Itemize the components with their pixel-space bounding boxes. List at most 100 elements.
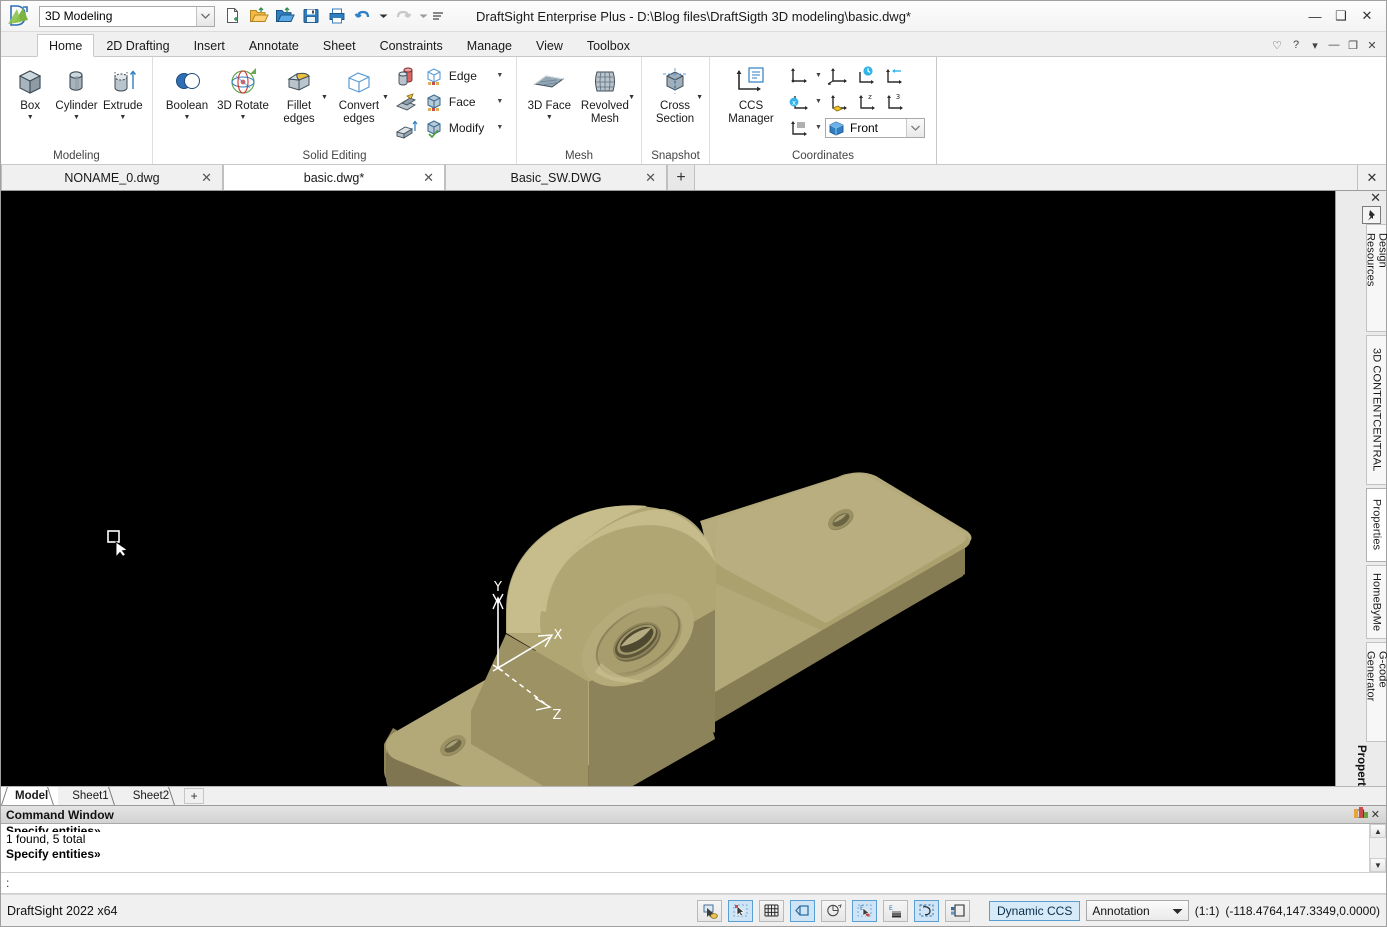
- tab-homebyme[interactable]: HomeByMe: [1366, 565, 1386, 639]
- tab-manage[interactable]: Manage: [455, 34, 524, 57]
- command-history-area[interactable]: Specify entities» 1 found, 5 total Speci…: [1, 824, 1386, 873]
- ccs-named-icon[interactable]: [786, 116, 812, 140]
- chevron-down-icon[interactable]: ▼: [696, 94, 703, 101]
- properties-palette-icon[interactable]: [1353, 806, 1369, 825]
- solid-extrude-face-icon[interactable]: [393, 117, 419, 143]
- solid-union-icon[interactable]: [393, 63, 419, 89]
- face-button[interactable]: Face ▼: [421, 89, 507, 114]
- tab-home[interactable]: Home: [37, 34, 94, 57]
- scroll-down-icon[interactable]: ▼: [1370, 858, 1386, 872]
- chevron-down-icon[interactable]: ▼: [382, 94, 389, 101]
- close-icon[interactable]: ✕: [645, 170, 656, 186]
- command-scrollbar[interactable]: ▲ ▼: [1369, 824, 1386, 872]
- maximize-button[interactable]: ❑: [1328, 4, 1354, 28]
- ccs-previous-icon[interactable]: [786, 64, 812, 88]
- ribbon-close-icon[interactable]: ✕: [1363, 36, 1381, 54]
- close-icon[interactable]: ✕: [1370, 192, 1383, 204]
- undo-dropdown-icon[interactable]: [377, 4, 389, 28]
- status-annotation-scale-icon[interactable]: [945, 900, 970, 922]
- status-selection-cycle-icon[interactable]: [914, 900, 939, 922]
- redo-dropdown-icon[interactable]: [417, 4, 429, 28]
- chevron-down-icon[interactable]: ▼: [814, 72, 823, 79]
- ccs-world-icon[interactable]: [825, 64, 851, 88]
- revolved-mesh-button[interactable]: Revolved Mesh: [576, 61, 634, 126]
- customize-qat-icon[interactable]: [431, 4, 445, 28]
- solid-imprint-icon[interactable]: [393, 90, 419, 116]
- chevron-down-icon[interactable]: ▼: [73, 114, 80, 122]
- ribbon-restore-icon[interactable]: ❐: [1344, 36, 1362, 54]
- close-icon[interactable]: ✕: [423, 170, 434, 186]
- new-file-icon[interactable]: [221, 4, 245, 28]
- status-snap-icon[interactable]: [697, 900, 722, 922]
- view-orientation-combo[interactable]: Front: [825, 118, 925, 138]
- chevron-down-icon[interactable]: ▼: [27, 114, 34, 122]
- chevron-down-icon[interactable]: ▼: [495, 124, 505, 131]
- chevron-down-icon[interactable]: ▼: [814, 98, 823, 105]
- modify-button[interactable]: Modify ▼: [421, 115, 507, 140]
- chevron-down-icon[interactable]: ▼: [495, 72, 505, 79]
- minimize-button[interactable]: —: [1302, 4, 1328, 28]
- tab-view[interactable]: View: [524, 34, 575, 57]
- chevron-down-icon[interactable]: [196, 7, 214, 26]
- command-input[interactable]: :: [1, 873, 1386, 894]
- chevron-down-icon[interactable]: ▼: [628, 94, 635, 101]
- scroll-up-icon[interactable]: ▲: [1370, 824, 1386, 838]
- add-sheet-button[interactable]: +: [184, 788, 204, 804]
- ccs-z-axis-icon[interactable]: z: [853, 90, 879, 114]
- favorites-icon[interactable]: ♡: [1268, 36, 1286, 54]
- ccs-view-icon[interactable]: [853, 64, 879, 88]
- status-lineweight-icon[interactable]: E: [883, 900, 908, 922]
- sheet-tab-sheet2[interactable]: Sheet2: [119, 787, 179, 805]
- cross-section-button[interactable]: Cross Section: [648, 61, 702, 126]
- close-icon[interactable]: ✕: [201, 170, 212, 186]
- chevron-down-icon[interactable]: ▼: [814, 124, 823, 131]
- open-folder-icon[interactable]: [273, 4, 297, 28]
- tab-annotate[interactable]: Annotate: [237, 34, 311, 57]
- new-document-tab-button[interactable]: +: [667, 165, 695, 190]
- chevron-down-icon[interactable]: ▼: [321, 94, 328, 101]
- ccs-face-icon[interactable]: [825, 90, 851, 114]
- cylinder-button[interactable]: Cylinder ▼: [53, 61, 99, 122]
- tab-sheet[interactable]: Sheet: [311, 34, 368, 57]
- rotate-3d-button[interactable]: 3D Rotate ▼: [215, 61, 271, 122]
- tab-properties[interactable]: Properties: [1366, 488, 1386, 562]
- edge-button[interactable]: Edge ▼: [421, 63, 507, 88]
- chevron-down-icon[interactable]: ▾: [1306, 36, 1324, 54]
- convert-edges-button[interactable]: Convert edges: [328, 61, 390, 126]
- fillet-edges-button[interactable]: Fillet edges: [271, 61, 327, 126]
- ccs-3point-icon[interactable]: 3: [881, 90, 907, 114]
- chevron-down-icon[interactable]: ▼: [184, 114, 191, 122]
- tab-3d-contentcentral[interactable]: 3D CONTENTCENTRAL: [1366, 335, 1386, 485]
- chevron-down-icon[interactable]: ▼: [546, 114, 553, 122]
- ccs-x-axis-icon[interactable]: x: [786, 90, 812, 114]
- close-button[interactable]: ✕: [1354, 4, 1380, 28]
- doc-tab-basic[interactable]: basic.dwg* ✕: [223, 165, 445, 190]
- annotation-scale-combo[interactable]: Annotation: [1086, 900, 1188, 921]
- extrude-button[interactable]: Extrude ▼: [100, 61, 146, 122]
- tab-gcode-generator[interactable]: G-code Generator: [1366, 642, 1386, 742]
- sheet-tab-model[interactable]: Model: [1, 787, 58, 805]
- face-3d-button[interactable]: 3D Face ▼: [523, 61, 576, 122]
- drawing-viewport[interactable]: Y X Z: [1, 191, 1335, 786]
- doc-tab-basic-sw[interactable]: Basic_SW.DWG ✕: [445, 165, 667, 190]
- close-all-documents-button[interactable]: ✕: [1357, 165, 1386, 190]
- chevron-down-icon[interactable]: ▼: [495, 98, 505, 105]
- status-esnap-icon[interactable]: [728, 900, 753, 922]
- dynamic-ccs-toggle[interactable]: Dynamic CCS: [989, 901, 1080, 921]
- sheet-tab-sheet1[interactable]: Sheet1: [58, 787, 118, 805]
- help-icon[interactable]: ?: [1287, 36, 1305, 54]
- status-etrack-icon[interactable]: E: [852, 900, 877, 922]
- tab-design-resources[interactable]: Design Resources: [1366, 224, 1386, 332]
- open-file-icon[interactable]: [247, 4, 271, 28]
- undo-icon[interactable]: [351, 4, 375, 28]
- ccs-manager-button[interactable]: CCS Manager: [720, 61, 782, 126]
- pin-icon[interactable]: [1362, 206, 1381, 224]
- redo-icon[interactable]: [391, 4, 415, 28]
- tab-toolbox[interactable]: Toolbox: [575, 34, 642, 57]
- status-polar-icon[interactable]: [821, 900, 846, 922]
- print-icon[interactable]: [325, 4, 349, 28]
- chevron-down-icon[interactable]: ▼: [240, 114, 247, 122]
- boolean-button[interactable]: Boolean ▼: [159, 61, 215, 122]
- save-icon[interactable]: [299, 4, 323, 28]
- chevron-down-icon[interactable]: ▼: [119, 114, 126, 122]
